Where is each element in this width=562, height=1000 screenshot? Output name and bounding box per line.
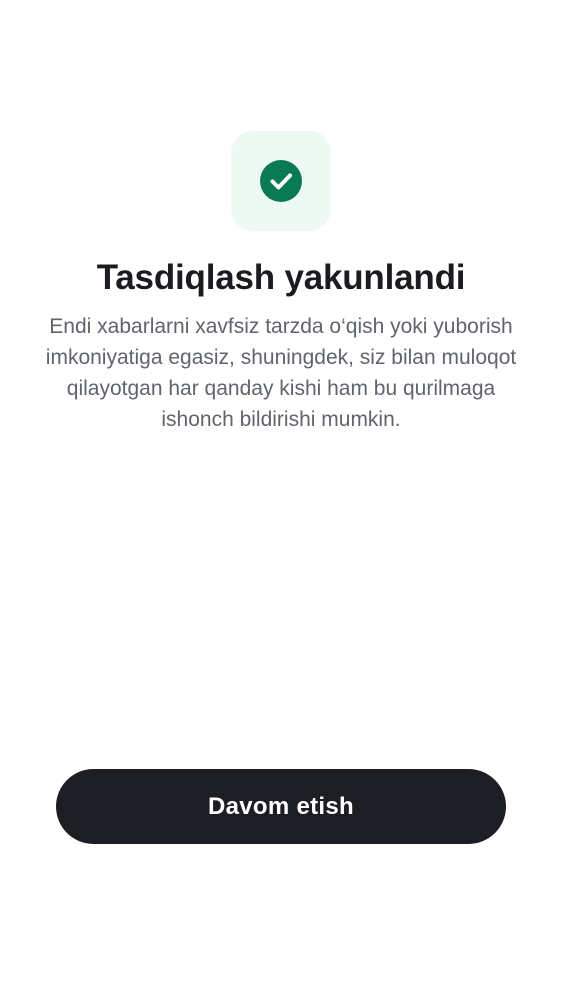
confirmation-description: Endi xabarlarni xavfsiz tarzda o‘qish yo… [45, 315, 517, 431]
verified-icon-tile [231, 131, 331, 231]
check-circle-icon [260, 160, 302, 202]
page-title: Tasdiqlash yakunlandi [96, 258, 466, 297]
continue-button[interactable]: Davom etish [56, 769, 506, 844]
